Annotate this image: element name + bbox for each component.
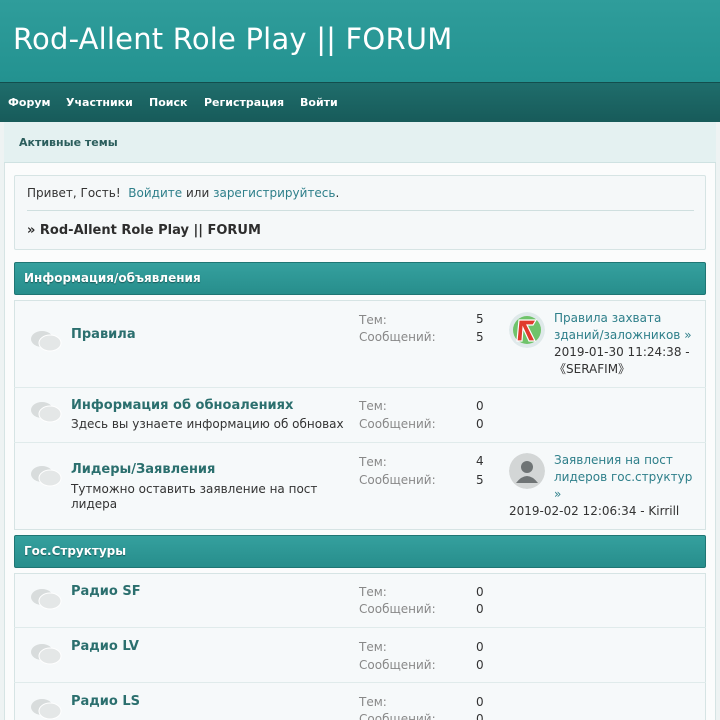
forum-description: Здесь вы узнаете информацию об обновах (71, 417, 344, 431)
posts-count: 0 (476, 417, 484, 431)
forum-bubble-icon (31, 699, 62, 720)
forum-row: Лидеры/Заявления Тутможно оставить заявл… (14, 443, 706, 530)
nav-search[interactable]: Поиск (149, 96, 187, 109)
topics-label: Тем: (359, 695, 387, 709)
topics-label: Тем: (359, 585, 387, 599)
topics-count: 0 (476, 695, 484, 709)
topics-label: Тем: (359, 455, 387, 469)
nav-forum[interactable]: Форум (8, 96, 51, 109)
forum-bubble-icon (31, 466, 62, 487)
login-link[interactable]: Войдите (128, 186, 182, 200)
posts-label: Сообщений: (359, 712, 436, 720)
topics-label: Тем: (359, 640, 387, 654)
sub-nav-bar: Активные темы (4, 122, 716, 163)
posts-label: Сообщений: (359, 417, 436, 431)
forum-row: Радио LS Тем: Сообщений: 0 0 (14, 683, 706, 720)
forum-name[interactable]: Лидеры/Заявления (71, 462, 215, 477)
forum-name[interactable]: Правила (71, 327, 136, 342)
posts-label: Сообщений: (359, 658, 436, 672)
nav-members[interactable]: Участники (66, 96, 133, 109)
user-avatar-logo[interactable] (509, 312, 545, 348)
forum-name[interactable]: Радио LS (71, 694, 140, 709)
topics-label: Тем: (359, 399, 387, 413)
posts-count: 0 (476, 658, 484, 672)
site-header: Rod-Allent Role Play || FORUM (0, 0, 720, 82)
or-text: или (185, 186, 210, 200)
category-header-info[interactable]: Информация/объявления (14, 262, 706, 295)
forum-name[interactable]: Информация об обноалениях (71, 398, 293, 413)
category-title: Информация/объявления (24, 271, 201, 285)
forum-row: Радио LV Тем: Сообщений: 0 0 (14, 628, 706, 683)
welcome-box: Привет, Гость! Войдите или зарегистрируй… (14, 175, 706, 250)
period: . (335, 186, 340, 200)
posts-count: 5 (476, 473, 484, 487)
category-header-gov[interactable]: Гос.Структуры (14, 535, 706, 568)
last-post-link[interactable]: Правила захвата зданий/заложников » (554, 310, 699, 344)
welcome-text: Привет, Гость! Войдите или зарегистрируй… (27, 186, 339, 200)
nav-register[interactable]: Регистрация (204, 96, 284, 109)
forum-description: Тутможно оставить заявление на пост лиде… (71, 482, 318, 511)
last-post-meta: 2019-01-30 11:24:38 - 《SERAFIM》 (554, 345, 690, 376)
topics-label: Тем: (359, 313, 387, 327)
forum-bubble-icon (31, 644, 62, 665)
breadcrumb[interactable]: » Rod-Allent Role Play || FORUM (27, 223, 261, 238)
posts-count: 0 (476, 712, 484, 720)
user-avatar-default[interactable] (509, 453, 545, 489)
main-nav: Форум Участники Поиск Регистрация Войти (0, 82, 720, 122)
posts-label: Сообщений: (359, 473, 436, 487)
topics-count: 0 (476, 585, 484, 599)
posts-count: 5 (476, 330, 484, 344)
forum-row: Информация об обноалениях Здесь вы узнае… (14, 388, 706, 443)
posts-count: 0 (476, 602, 484, 616)
forum-bubble-icon (31, 331, 62, 352)
topics-count: 0 (476, 640, 484, 654)
last-post-link[interactable]: Заявления на пост лидеров гос.структур » (554, 452, 699, 503)
posts-label: Сообщений: (359, 330, 436, 344)
category-title: Гос.Структуры (24, 544, 127, 558)
nav-login[interactable]: Войти (300, 96, 338, 109)
site-title[interactable]: Rod-Allent Role Play || FORUM (13, 22, 452, 56)
topics-count: 0 (476, 399, 484, 413)
forum-bubble-icon (31, 589, 62, 610)
forum-bubble-icon (31, 402, 62, 423)
posts-label: Сообщений: (359, 602, 436, 616)
topics-count: 5 (476, 312, 484, 326)
forum-row: Радио SF Тем: Сообщений: 0 0 (14, 573, 706, 628)
active-topics-link[interactable]: Активные темы (19, 136, 118, 149)
divider (27, 210, 694, 211)
register-link[interactable]: зарегистрируйтесь (213, 186, 335, 200)
last-post-meta: 2019-02-02 12:06:34 - Kirrill (509, 504, 680, 518)
forum-row: Правила Тем: Сообщений: 5 5 Правила захв… (14, 300, 706, 388)
greeting: Привет, Гость! (27, 186, 121, 200)
forum-name[interactable]: Радио SF (71, 584, 141, 599)
topics-count: 4 (476, 454, 484, 468)
forum-name[interactable]: Радио LV (71, 639, 139, 654)
